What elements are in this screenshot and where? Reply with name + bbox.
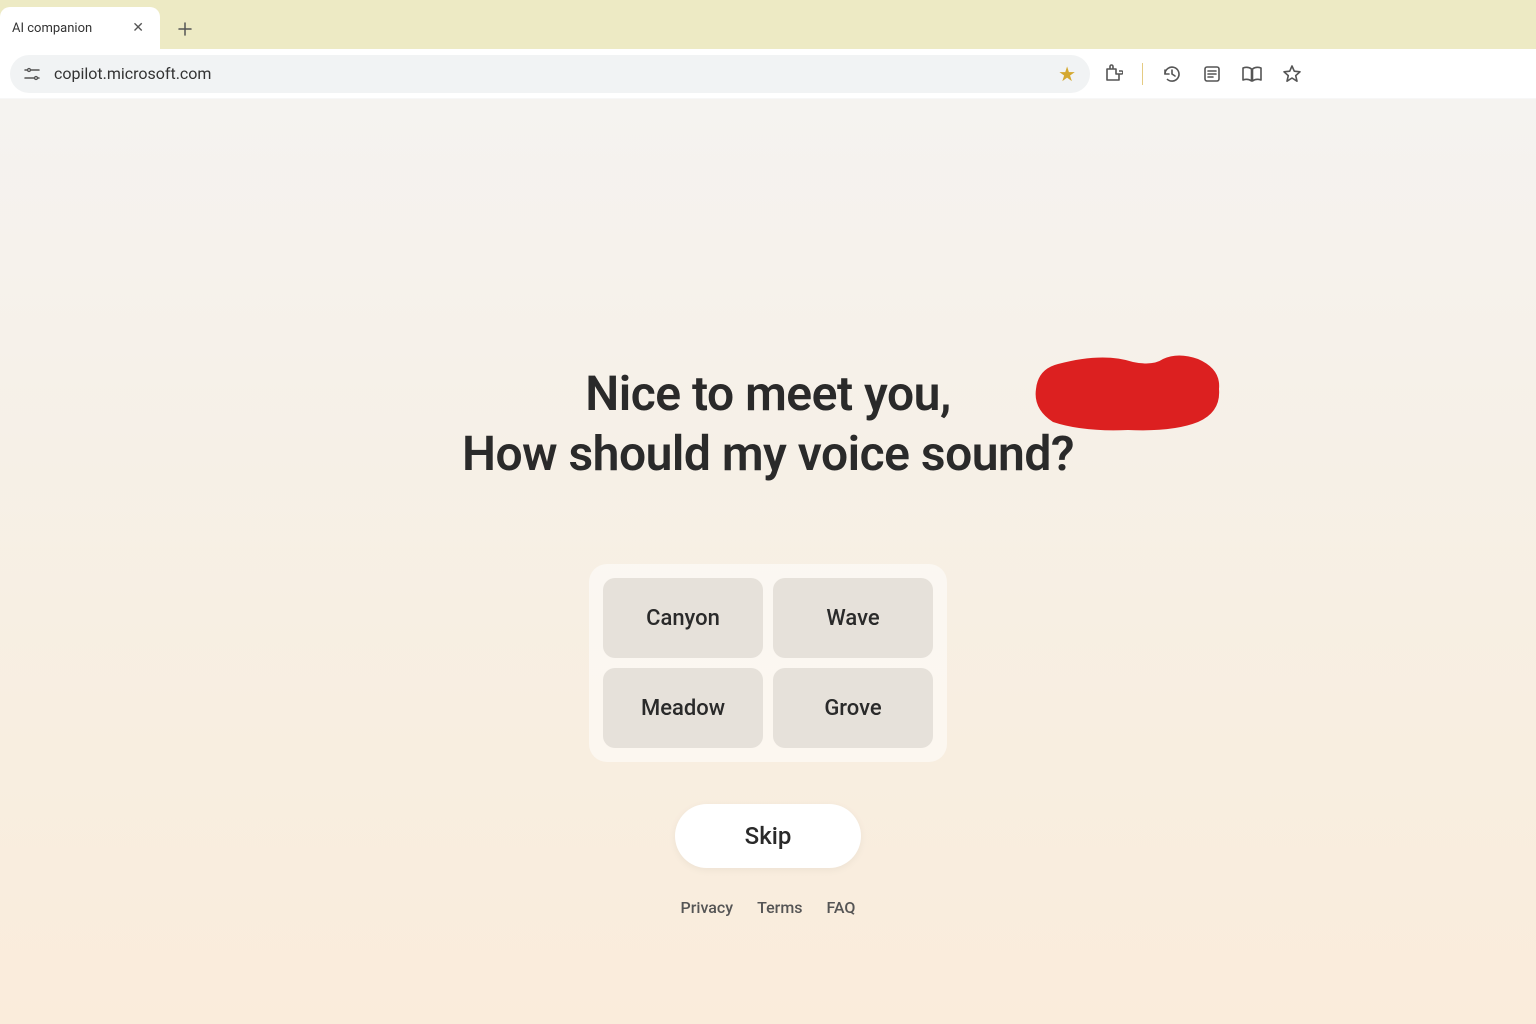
bookmark-star-icon[interactable]: ★ — [1058, 62, 1076, 86]
favorite-star-icon[interactable] — [1281, 63, 1303, 85]
redacted-name-overlay — [1033, 354, 1223, 432]
browser-tab[interactable]: AI companion ✕ — [0, 7, 160, 49]
skip-button[interactable]: Skip — [675, 804, 862, 868]
privacy-link[interactable]: Privacy — [681, 898, 734, 917]
new-tab-button[interactable] — [170, 14, 200, 44]
toolbar-divider — [1142, 63, 1143, 85]
footer-links: Privacy Terms FAQ — [681, 898, 856, 917]
voice-option-canyon[interactable]: Canyon — [603, 578, 763, 658]
toolbar-icons — [1102, 63, 1308, 85]
address-bar-container: copilot.microsoft.com ★ — [0, 49, 1536, 99]
page-content: Nice to meet you, How should my voice so… — [0, 99, 1536, 1024]
terms-link[interactable]: Terms — [757, 898, 802, 917]
url-text: copilot.microsoft.com — [54, 64, 1046, 83]
voice-option-meadow[interactable]: Meadow — [603, 668, 763, 748]
tab-title: AI companion — [12, 21, 128, 36]
address-bar[interactable]: copilot.microsoft.com ★ — [10, 55, 1090, 93]
reader-mode-icon[interactable] — [1241, 63, 1263, 85]
site-settings-icon[interactable] — [24, 65, 42, 83]
heading-line-2: How should my voice sound? — [268, 424, 1268, 484]
reading-list-icon[interactable] — [1201, 63, 1223, 85]
history-icon[interactable] — [1161, 63, 1183, 85]
close-tab-icon[interactable]: ✕ — [128, 18, 148, 38]
heading: Nice to meet you, How should my voice so… — [268, 364, 1268, 484]
voice-options-grid: Canyon Wave Meadow Grove — [589, 564, 947, 762]
extensions-icon[interactable] — [1102, 63, 1124, 85]
voice-option-wave[interactable]: Wave — [773, 578, 933, 658]
faq-link[interactable]: FAQ — [827, 898, 856, 917]
voice-option-grove[interactable]: Grove — [773, 668, 933, 748]
browser-tab-strip: AI companion ✕ — [0, 0, 1536, 49]
